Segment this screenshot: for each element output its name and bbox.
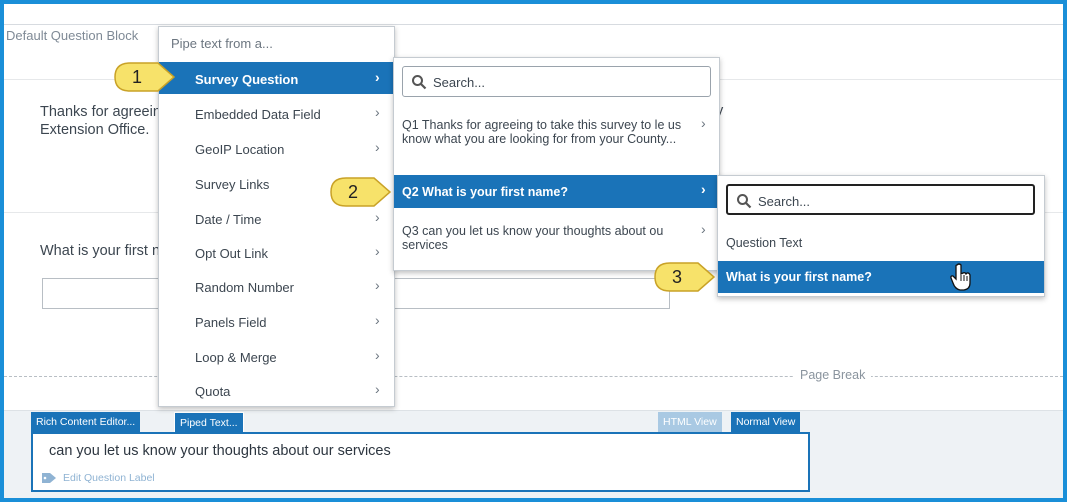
chevron-right-icon: › bbox=[375, 243, 380, 259]
menu-item-label: GeoIP Location bbox=[195, 142, 285, 157]
question-2-text[interactable]: What is your first name? bbox=[40, 243, 160, 259]
piped-text-tab[interactable]: Piped Text... bbox=[174, 412, 244, 433]
menu-item-label: Quota bbox=[195, 384, 231, 399]
edit-question-label-text: Edit Question Label bbox=[63, 472, 155, 484]
tag-icon bbox=[42, 473, 56, 483]
menu-item-opt-out-link[interactable]: Opt Out Link › bbox=[159, 236, 394, 268]
survey-question-submenu: Search... Q1 Thanks for agreeing to take… bbox=[393, 57, 720, 271]
chevron-right-icon: › bbox=[375, 277, 380, 293]
callout-number: 3 bbox=[671, 267, 682, 287]
search-placeholder: Search... bbox=[758, 194, 811, 209]
field-option-label: Question Text bbox=[726, 236, 803, 250]
question-option-label: Q2 What is your first name? bbox=[402, 185, 569, 199]
html-view-tab[interactable]: HTML View bbox=[658, 412, 722, 433]
chevron-right-icon: › bbox=[375, 312, 380, 328]
normal-view-tab[interactable]: Normal View bbox=[731, 412, 801, 433]
chevron-right-icon: › bbox=[375, 104, 380, 120]
question-option-label: Q1 Thanks for agreeing to take this surv… bbox=[402, 118, 682, 146]
callout-number: 1 bbox=[131, 67, 142, 87]
question-1-line-1: Thanks for agreeing to take this survey … bbox=[40, 104, 170, 120]
search-placeholder: Search... bbox=[433, 75, 486, 90]
menu-item-loop-merge[interactable]: Loop & Merge › bbox=[159, 340, 394, 372]
block-title: Default Question Block bbox=[6, 28, 139, 43]
callout-badge-2: 2 bbox=[328, 175, 392, 209]
chevron-right-icon: › bbox=[375, 381, 380, 397]
menu-item-label: Opt Out Link bbox=[195, 246, 268, 261]
chevron-right-icon: › bbox=[701, 221, 706, 237]
menu-item-label: Loop & Merge bbox=[195, 350, 277, 365]
menu-item-label: Survey Question bbox=[195, 72, 299, 87]
menu-item-label: Date / Time bbox=[195, 212, 262, 227]
question-1-text[interactable]: Thanks for agreeing to take this survey … bbox=[40, 103, 170, 139]
editor-content[interactable]: can you let us know your thoughts about … bbox=[49, 443, 391, 459]
menu-item-label: Survey Links bbox=[195, 177, 270, 192]
question-text-editor[interactable]: can you let us know your thoughts about … bbox=[31, 432, 810, 492]
chevron-right-icon: › bbox=[701, 181, 706, 197]
survey-editor-canvas: Default Question Block Thanks for agreei… bbox=[4, 4, 1063, 498]
menu-item-label: Panels Field bbox=[195, 315, 267, 330]
search-icon bbox=[412, 75, 427, 90]
chevron-right-icon: › bbox=[375, 347, 380, 363]
field-search-input[interactable]: Search... bbox=[726, 184, 1035, 215]
search-icon bbox=[737, 194, 752, 209]
field-option-question-text[interactable]: Question Text bbox=[718, 227, 1044, 259]
menu-item-embedded-data-field[interactable]: Embedded Data Field › bbox=[159, 97, 394, 129]
question-option-q1[interactable]: Q1 Thanks for agreeing to take this surv… bbox=[394, 106, 719, 174]
page-break-label: Page Break bbox=[794, 368, 872, 382]
pipe-text-menu-title: Pipe text from a... bbox=[171, 36, 273, 51]
menu-item-survey-question[interactable]: Survey Question › bbox=[159, 62, 394, 94]
chevron-right-icon: › bbox=[375, 139, 380, 155]
field-option-answer[interactable]: What is your first name? bbox=[718, 261, 1044, 293]
menu-item-panels-field[interactable]: Panels Field › bbox=[159, 305, 394, 337]
menu-item-quota[interactable]: Quota › bbox=[159, 374, 394, 406]
menu-item-label: Embedded Data Field bbox=[195, 107, 321, 122]
chevron-right-icon: › bbox=[375, 209, 380, 225]
hand-pointer-icon bbox=[950, 263, 971, 291]
rich-content-editor-tab[interactable]: Rich Content Editor... bbox=[31, 412, 141, 433]
chevron-right-icon: › bbox=[375, 69, 380, 85]
question-field-submenu: Search... Question Text What is your fir… bbox=[717, 175, 1045, 297]
pipe-text-menu: Pipe text from a... Survey Question › Em… bbox=[158, 26, 395, 407]
question-option-label: Q3 can you let us know your thoughts abo… bbox=[402, 224, 664, 252]
question-search-input[interactable]: Search... bbox=[402, 66, 711, 97]
edit-question-label-link[interactable]: Edit Question Label bbox=[41, 472, 155, 484]
question-option-q2[interactable]: Q2 What is your first name? › bbox=[394, 175, 719, 208]
field-option-label: What is your first name? bbox=[726, 270, 872, 284]
question-option-q3[interactable]: Q3 can you let us know your thoughts abo… bbox=[394, 210, 719, 262]
callout-badge-1: 1 bbox=[112, 60, 176, 94]
chevron-right-icon: › bbox=[701, 115, 706, 131]
callout-number: 2 bbox=[347, 182, 358, 202]
question-1-line-2: Extension Office. bbox=[40, 122, 150, 138]
menu-item-geoip-location[interactable]: GeoIP Location › bbox=[159, 132, 394, 164]
menu-item-label: Random Number bbox=[195, 280, 294, 295]
callout-badge-3: 3 bbox=[652, 260, 716, 294]
menu-item-random-number[interactable]: Random Number › bbox=[159, 270, 394, 302]
